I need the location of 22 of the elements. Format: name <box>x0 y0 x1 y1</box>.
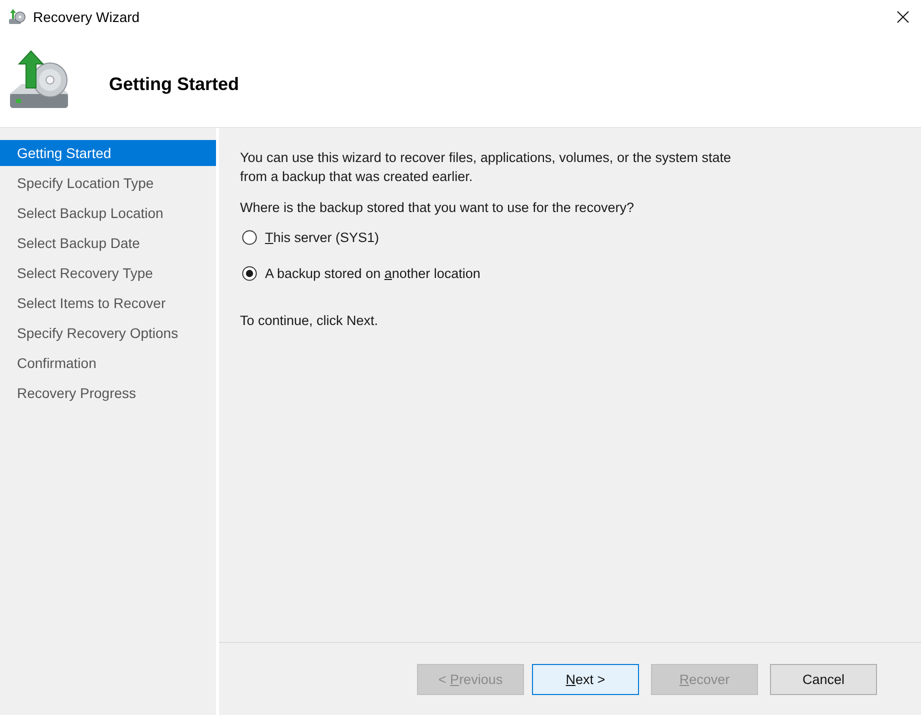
page-title: Getting Started <box>109 74 240 95</box>
radio-button[interactable] <box>242 266 257 280</box>
wizard-button[interactable]: Next > <box>532 664 639 694</box>
close-icon[interactable] <box>897 10 909 22</box>
window-title: Recovery Wizard <box>33 8 140 24</box>
option-label[interactable]: A backup stored on another location <box>265 266 480 280</box>
continue-hint: To continue, click Next. <box>240 312 380 330</box>
option-label[interactable]: This server (SYS1) <box>265 230 380 244</box>
wizard-button[interactable]: Cancel <box>770 664 877 694</box>
wizard-step: Specify Location Type <box>0 170 216 196</box>
wizard-step: Select Backup Date <box>0 230 216 256</box>
wizard-step: Select Items to Recover <box>0 290 216 316</box>
wizard-step: Specify Recovery Options <box>0 320 216 346</box>
question-text: Where is the backup stored that you want to use for the recovery? <box>240 199 635 217</box>
wizard-step: Select Recovery Type <box>0 260 216 286</box>
backup-drive-icon <box>8 8 26 26</box>
wizard-step: Getting Started <box>0 140 216 166</box>
wizard-step: Select Backup Location <box>0 200 216 226</box>
intro-text: You can use this wizard to recover files, applications, volumes, or the system state from a backup that was created earlier. <box>240 149 732 186</box>
wizard-step: Recovery Progress <box>0 380 216 406</box>
wizard-step: Confirmation <box>0 350 216 376</box>
radio-button[interactable] <box>242 230 257 244</box>
